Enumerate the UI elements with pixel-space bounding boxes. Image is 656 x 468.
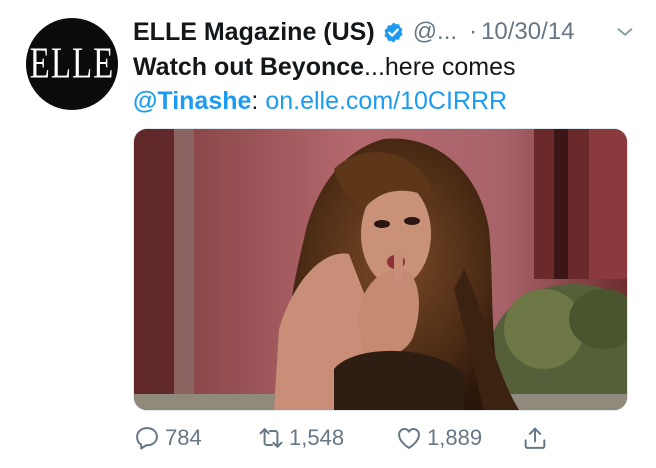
tweet-colon: : [251, 87, 259, 115]
avatar[interactable]: ELLE [26, 18, 118, 110]
elle-logo: ELLE [29, 39, 115, 88]
tweet-body: Watch out Beyonce...here comes @Tinashe:… [133, 50, 638, 118]
reply-count: 784 [165, 425, 202, 450]
like-count: 1,889 [427, 425, 483, 450]
tweet-photo[interactable] [133, 128, 628, 411]
username-handle[interactable]: @... [413, 18, 457, 46]
photo-image [134, 129, 627, 410]
url-link[interactable]: on.elle.com/10CIRRR [265, 87, 507, 115]
tweet-date[interactable]: 10/30/14 [481, 18, 574, 46]
verified-badge-icon [382, 21, 405, 44]
reply-button[interactable]: 784 [133, 420, 202, 456]
share-icon [524, 427, 546, 449]
tweet-text-rest: ...here comes [364, 53, 516, 81]
mention-link[interactable]: @Tinashe [133, 87, 251, 115]
retweet-icon [259, 428, 283, 448]
tweet-text-bold: Watch out Beyonce [133, 53, 365, 81]
share-button[interactable] [521, 420, 549, 456]
tweet-actions: 784 1,548 1,889 [133, 420, 626, 456]
tweet-line-1: Watch out Beyonce...here comes [133, 50, 638, 84]
reply-icon [136, 427, 158, 450]
like-icon [398, 428, 420, 449]
like-button[interactable]: 1,889 [395, 420, 482, 456]
separator-dot: · [469, 18, 478, 45]
display-name[interactable]: ELLE Magazine (US) [133, 18, 375, 47]
retweet-button[interactable]: 1,548 [257, 420, 344, 456]
retweet-count: 1,548 [289, 425, 345, 450]
tweet-header: ELLE Magazine (US) @... · 10/30/14 [133, 14, 638, 50]
chevron-down-icon[interactable] [614, 21, 636, 43]
tweet-line-2: @Tinashe: on.elle.com/10CIRRR [133, 84, 638, 118]
